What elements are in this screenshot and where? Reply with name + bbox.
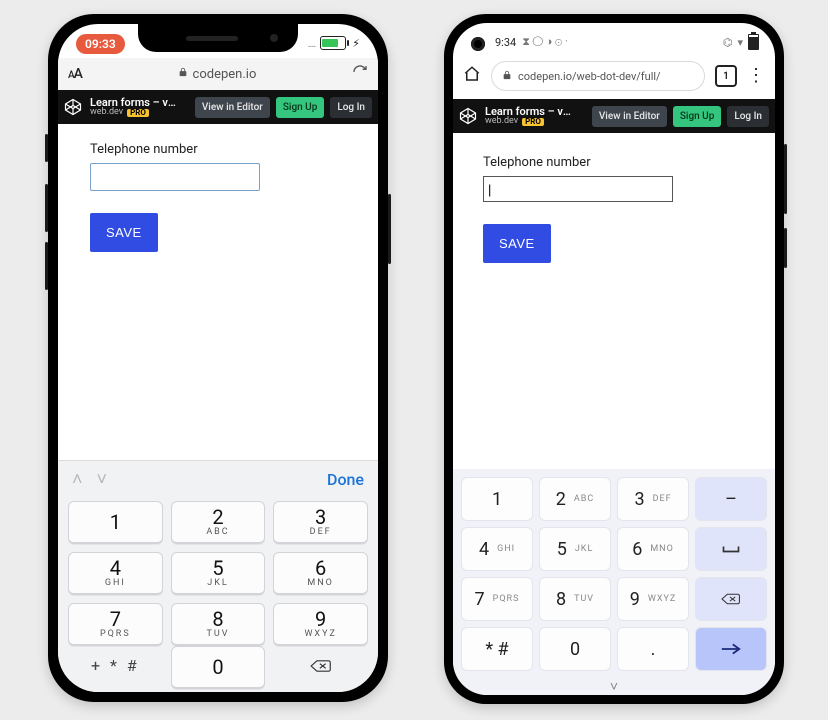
- android-battery-icon: [748, 34, 759, 50]
- ios-keyboard: ˄ ˅ Done 12ABC3DEF 4GHI5JKL6MNO 7PQRS8TUV9…: [58, 460, 378, 692]
- ios-signal-icon: ....: [308, 37, 316, 50]
- pen-author[interactable]: web.dev: [90, 108, 123, 117]
- kb-key-5[interactable]: 5JKL: [171, 552, 266, 595]
- kb-prev-field-button[interactable]: ˄: [72, 469, 83, 490]
- kb-collapse-button[interactable]: ˅: [610, 678, 618, 695]
- pro-badge: PRO: [127, 109, 149, 117]
- pen-author[interactable]: web.dev: [485, 117, 518, 126]
- codepen-logo-icon: [64, 98, 82, 116]
- safari-reload-button[interactable]: [352, 64, 368, 84]
- signup-button[interactable]: Sign Up: [673, 106, 722, 127]
- save-button[interactable]: SAVE: [483, 224, 551, 263]
- ios-battery-icon: [320, 36, 346, 50]
- kb-key-3[interactable]: 3DEF: [617, 477, 689, 521]
- view-in-editor-button[interactable]: View in Editor: [592, 106, 667, 127]
- chrome-url-text: codepen.io/web-dot-dev/full/: [518, 70, 661, 83]
- kb-key-5[interactable]: 5JKL: [539, 527, 611, 571]
- codepen-logo-icon: [459, 107, 477, 125]
- kb-key-1[interactable]: 1: [461, 477, 533, 521]
- kb-next-field-button[interactable]: ˅: [96, 469, 107, 490]
- codepen-header: Learn forms – virt… web.dev PRO View in …: [453, 99, 775, 133]
- kb-key-2[interactable]: 2ABC: [171, 501, 266, 544]
- android-screen: 9:34 ⧗ ◯ ◑ ⊙ · ⌬ ▾ codepen.io/web-: [453, 23, 775, 695]
- android-status-bar: 9:34 ⧗ ◯ ◑ ⊙ · ⌬ ▾: [453, 31, 775, 53]
- ios-status-bar: 09:33 .... ⚡︎: [58, 30, 378, 56]
- kb-backspace-key[interactable]: [273, 646, 368, 686]
- safari-toolbar: AA codepen.io: [58, 58, 378, 90]
- signup-button[interactable]: Sign Up: [276, 97, 325, 118]
- tel-input[interactable]: [90, 163, 260, 191]
- android-vol: [784, 144, 787, 214]
- android-keyboard: 12ABC3DEF– 4GHI5JKL6MNO 7PQRS8TUV9WXYZ * #0…: [453, 469, 775, 695]
- android-wifi-icon: ▾: [737, 36, 743, 49]
- pro-badge: PRO: [522, 118, 544, 126]
- iphone-power: [388, 194, 391, 264]
- safari-url-text: codepen.io: [193, 67, 257, 82]
- codepen-header: Learn forms – virt… web.dev PRO View in …: [58, 90, 378, 124]
- tel-label: Telephone number: [90, 142, 346, 157]
- save-button[interactable]: SAVE: [90, 213, 158, 252]
- ios-charging-icon: ⚡︎: [352, 37, 360, 50]
- kb-key-0[interactable]: 0: [539, 627, 611, 671]
- tel-label: Telephone number: [483, 155, 745, 170]
- iphone-screen: 09:33 .... ⚡︎ AA codepen.io: [58, 24, 378, 692]
- iphone-vol-down: [45, 242, 48, 290]
- safari-url[interactable]: codepen.io: [92, 66, 342, 82]
- chrome-omnibox[interactable]: codepen.io/web-dot-dev/full/: [491, 61, 705, 91]
- lock-icon: [178, 66, 188, 82]
- kb-key-8[interactable]: 8TUV: [539, 577, 611, 621]
- kb-symbols-key[interactable]: + * #: [68, 646, 163, 686]
- kb-key-.[interactable]: .: [617, 627, 689, 671]
- android-status-left-icons: ⧗ ◯ ◑ ⊙ ·: [522, 35, 568, 49]
- android-device: 9:34 ⧗ ◯ ◑ ⊙ · ⌬ ▾ codepen.io/web-: [444, 14, 784, 704]
- login-button[interactable]: Log In: [330, 97, 372, 118]
- kb-key-0[interactable]: 0: [171, 646, 266, 689]
- kb-key-9[interactable]: 9WXYZ: [273, 603, 368, 646]
- ios-time-pill: 09:33: [76, 34, 125, 54]
- kb-key-–[interactable]: –: [695, 477, 767, 521]
- view-in-editor-button[interactable]: View in Editor: [195, 97, 270, 118]
- safari-text-size-button[interactable]: AA: [68, 66, 82, 82]
- android-vpn-icon: ⌬: [723, 36, 733, 49]
- chrome-toolbar: codepen.io/web-dot-dev/full/ 1 ⋮: [453, 57, 775, 95]
- android-time: 9:34: [495, 36, 516, 49]
- kb-key-1[interactable]: 1: [68, 501, 163, 544]
- kb-key-6[interactable]: 6MNO: [273, 552, 368, 595]
- kb-key-9[interactable]: 9WXYZ: [617, 577, 689, 621]
- iphone-vol-up: [45, 184, 48, 232]
- kb-go-key[interactable]: [695, 627, 767, 671]
- form-area: Telephone number SAVE: [453, 133, 775, 477]
- form-area: Telephone number SAVE: [58, 124, 378, 460]
- kb-key-8[interactable]: 8TUV: [171, 603, 266, 646]
- tel-input[interactable]: [483, 176, 673, 202]
- kb-space-key[interactable]: [695, 527, 767, 571]
- kb-key-*#[interactable]: * #: [461, 627, 533, 671]
- android-power: [784, 228, 787, 268]
- kb-key-7[interactable]: 7PQRS: [461, 577, 533, 621]
- kb-done-button[interactable]: Done: [327, 470, 364, 489]
- kb-backspace-key[interactable]: [695, 577, 767, 621]
- kb-key-2[interactable]: 2ABC: [539, 477, 611, 521]
- kb-key-3[interactable]: 3DEF: [273, 501, 368, 544]
- iphone-silence-switch: [45, 134, 48, 162]
- chrome-home-button[interactable]: [463, 65, 481, 87]
- kb-key-7[interactable]: 7PQRS: [68, 603, 163, 646]
- login-button[interactable]: Log In: [727, 106, 769, 127]
- chrome-tabs-button[interactable]: 1: [715, 65, 737, 87]
- kb-key-6[interactable]: 6MNO: [617, 527, 689, 571]
- kb-key-4[interactable]: 4GHI: [461, 527, 533, 571]
- kb-key-4[interactable]: 4GHI: [68, 552, 163, 595]
- lock-icon: [502, 69, 512, 84]
- iphone-device: 09:33 .... ⚡︎ AA codepen.io: [48, 14, 388, 702]
